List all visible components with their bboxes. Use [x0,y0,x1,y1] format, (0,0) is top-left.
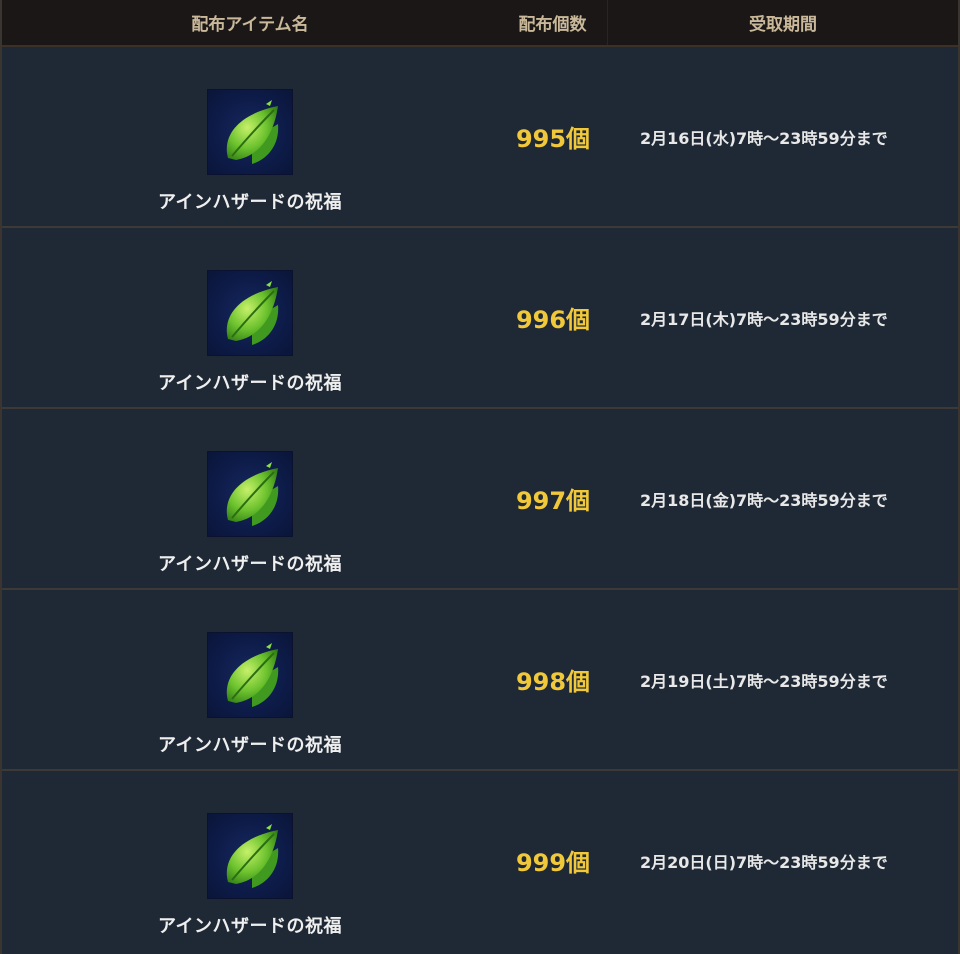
header-item-name: 配布アイテム名 [191,15,309,35]
item-quantity: 996個 [515,306,591,334]
item-quantity: 998個 [515,668,591,696]
table-row: アインハザードの祝福 996個 2月17日(木)7時〜23時59分まで [2,228,958,409]
receive-period: 2月17日(木)7時〜23時59分まで [640,309,888,329]
leaf-icon [207,451,293,537]
table-row: アインハザードの祝福 995個 2月16日(水)7時〜23時59分まで [2,47,958,228]
leaf-icon [207,270,293,356]
item-cell: アインハザードの祝福 [2,47,498,226]
receive-period: 2月16日(水)7時〜23時59分まで [640,128,888,148]
item-cell: アインハザードの祝福 [2,771,498,950]
item-name: アインハザードの祝福 [157,916,343,937]
header-quantity: 配布個数 [498,0,608,45]
item-cell: アインハザードの祝福 [2,228,498,407]
item-name: アインハザードの祝福 [157,373,343,394]
item-cell: アインハザードの祝福 [2,409,498,588]
item-quantity: 997個 [515,487,591,515]
leaf-icon [207,89,293,175]
distribution-table: 配布アイテム名 配布個数 受取期間 アインハザードの祝福 995個 2月16日(… [0,0,960,954]
item-quantity: 999個 [515,849,591,877]
receive-period: 2月18日(金)7時〜23時59分まで [640,490,888,510]
table-header: 配布アイテム名 配布個数 受取期間 [2,0,958,47]
receive-period: 2月20日(日)7時〜23時59分まで [640,852,888,872]
leaf-icon [207,632,293,718]
item-cell: アインハザードの祝福 [2,590,498,769]
receive-period: 2月19日(土)7時〜23時59分まで [640,671,888,691]
table-row: アインハザードの祝福 997個 2月18日(金)7時〜23時59分まで [2,409,958,590]
item-name: アインハザードの祝福 [157,735,343,756]
item-name: アインハザードの祝福 [157,554,343,575]
item-quantity: 995個 [515,125,591,153]
header-period: 受取期間 [749,15,817,35]
item-name: アインハザードの祝福 [157,192,343,213]
table-row: アインハザードの祝福 999個 2月20日(日)7時〜23時59分まで [2,771,958,950]
table-row: アインハザードの祝福 998個 2月19日(土)7時〜23時59分まで [2,590,958,771]
leaf-icon [207,813,293,899]
